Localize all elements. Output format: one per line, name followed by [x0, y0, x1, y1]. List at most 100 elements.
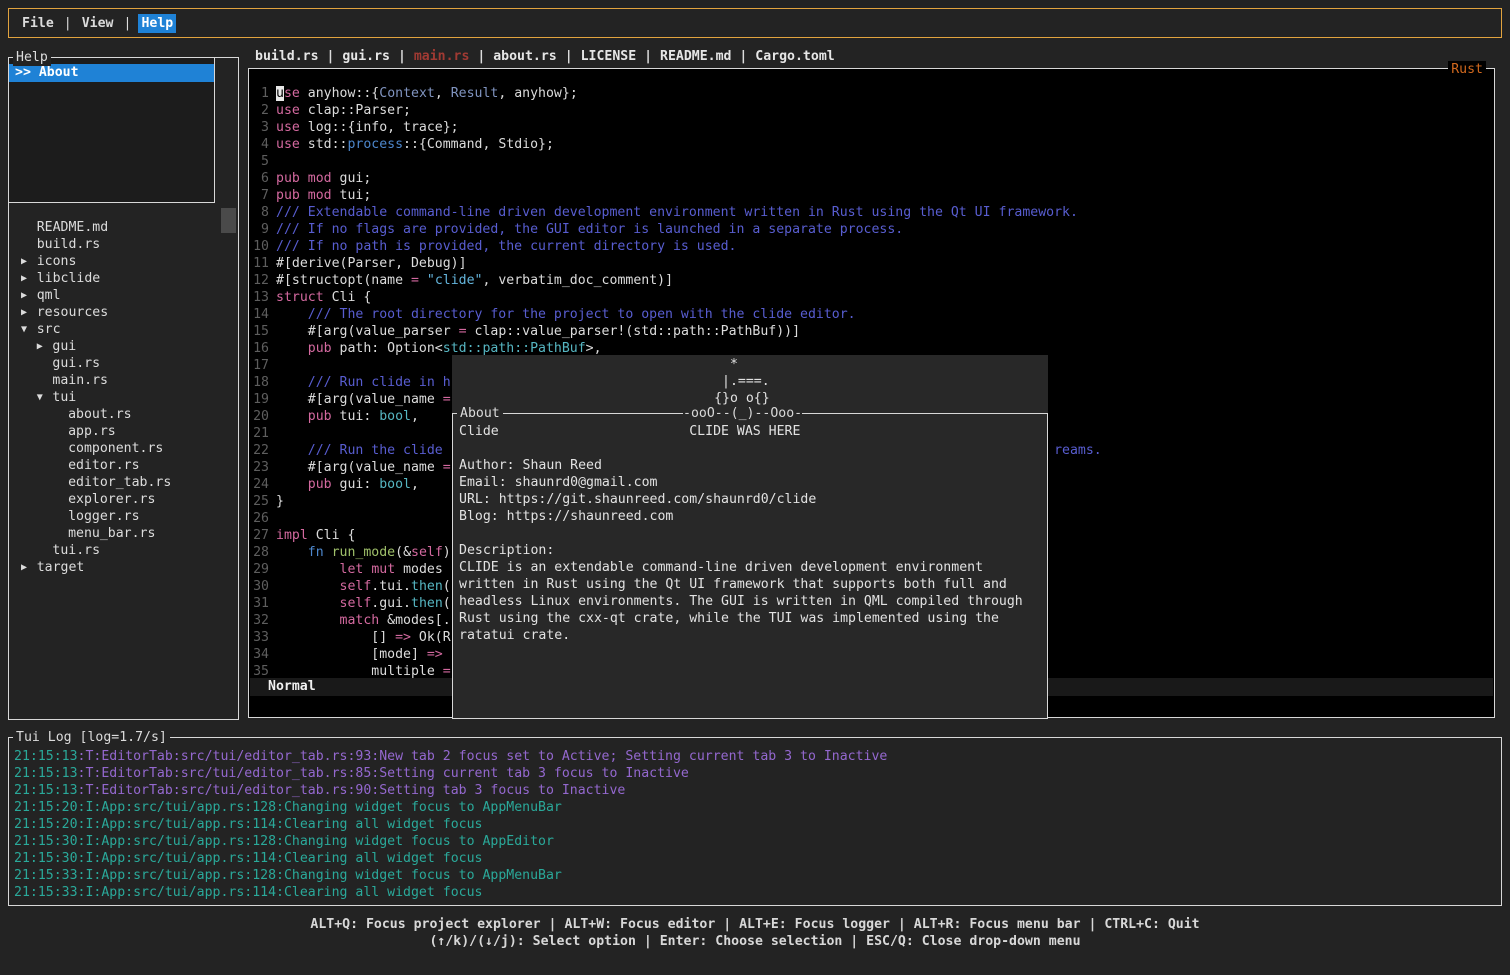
menu-item-view[interactable]: View: [79, 14, 117, 33]
code-line: 3use log::{info, trace};: [250, 119, 1493, 136]
code-token: #[structopt(name: [276, 273, 411, 288]
tab-separator: |: [319, 49, 343, 64]
tree-item-editor_tab.rs[interactable]: editor_tab.rs: [9, 474, 236, 491]
code-token: =: [443, 460, 451, 475]
tab-gui.rs[interactable]: gui.rs: [342, 49, 390, 64]
code-line: 7pub mod tui;: [250, 187, 1493, 204]
code-line-text: struct Cli {: [276, 290, 371, 305]
collapsed-arrow-icon: ▶: [21, 559, 37, 576]
code-token: ::{Command, Stdio};: [403, 137, 554, 152]
code-token: struct: [276, 290, 324, 305]
code-token: >,: [586, 341, 602, 356]
tree-item-README.md[interactable]: README.md: [9, 219, 236, 236]
code-token: /// The root directory for the project t…: [276, 307, 856, 322]
tree-item-menu_bar.rs[interactable]: menu_bar.rs: [9, 525, 236, 542]
tree-item-main.rs[interactable]: main.rs: [9, 372, 236, 389]
code-line-text: #[arg(value_name =: [276, 392, 451, 407]
code-token: pub: [276, 171, 300, 186]
tree-item-logger.rs[interactable]: logger.rs: [9, 508, 236, 525]
log-timestamp: 21:15:13: [14, 749, 78, 764]
code-token: [276, 477, 308, 492]
tree-item-label: menu_bar.rs: [68, 525, 155, 542]
line-number: 11: [250, 255, 269, 272]
tree-item-tui.rs[interactable]: tui.rs: [9, 542, 236, 559]
tab-README.md[interactable]: README.md: [660, 49, 731, 64]
tab-about.rs[interactable]: about.rs: [493, 49, 557, 64]
tree-item-about.rs[interactable]: about.rs: [9, 406, 236, 423]
tab-LICENSE[interactable]: LICENSE: [581, 49, 637, 64]
code-token: tui:: [332, 409, 380, 424]
tab-main.rs[interactable]: main.rs: [414, 49, 470, 64]
code-token: [276, 579, 340, 594]
code-token: #[arg(value_name: [276, 392, 443, 407]
tree-item-label: icons: [37, 253, 77, 270]
code-token: "clide": [427, 273, 483, 288]
line-number: 10: [250, 238, 269, 255]
menu-item-file[interactable]: File: [19, 14, 57, 33]
menu-item-help[interactable]: Help: [138, 14, 176, 33]
code-token: se: [284, 86, 300, 101]
tree-item-label: editor.rs: [68, 457, 139, 474]
tree-item-resources[interactable]: ▶resources: [9, 304, 236, 321]
code-token: use: [276, 103, 300, 118]
tree-item-build.rs[interactable]: build.rs: [9, 236, 236, 253]
tree-item-gui[interactable]: ▶gui: [9, 338, 236, 355]
code-token: then: [411, 596, 443, 611]
code-token: , verbatim_doc_comment)]: [482, 273, 673, 288]
log-message: :I:App:src/tui/app.rs:128:Changing widge…: [78, 834, 554, 849]
explorer-scrollbar-thumb[interactable]: [221, 208, 236, 233]
log-entry: 21:15:33:I:App:src/tui/app.rs:114:Cleari…: [14, 884, 1501, 901]
code-line: 1use anyhow::{Context, Result, anyhow};: [250, 85, 1493, 102]
code-token: [300, 188, 308, 203]
tree-item-label: README.md: [37, 219, 108, 236]
line-number: 6: [250, 170, 269, 187]
log-message: :T:EditorTab:src/tui/editor_tab.rs:93:Ne…: [78, 749, 888, 764]
code-token: clap::Parser;: [300, 103, 411, 118]
tree-item-libclide[interactable]: ▶libclide: [9, 270, 236, 287]
code-line-text: #[arg(value_name =: [276, 460, 451, 475]
tab-build.rs[interactable]: build.rs: [255, 49, 319, 64]
code-token: std::: [300, 137, 348, 152]
tree-indent: [52, 508, 68, 525]
tab-Cargo.toml[interactable]: Cargo.toml: [755, 49, 834, 64]
code-token: gui;: [332, 171, 372, 186]
tree-item-icons[interactable]: ▶icons: [9, 253, 236, 270]
code-token: self: [340, 596, 372, 611]
log-message: :I:App:src/tui/app.rs:114:Clearing all w…: [78, 885, 483, 900]
tree-item-editor.rs[interactable]: editor.rs: [9, 457, 236, 474]
tree-item-app.rs[interactable]: app.rs: [9, 423, 236, 440]
tree-item-label: tui: [52, 389, 76, 406]
code-line-text: fn run_mode(&self): [276, 545, 451, 560]
code-line-text: impl Cli {: [276, 528, 355, 543]
code-token: Cli {: [308, 528, 356, 543]
tree-item-explorer.rs[interactable]: explorer.rs: [9, 491, 236, 508]
code-token: #[arg(value_parser: [276, 324, 459, 339]
tree-item-src[interactable]: ▼src: [9, 321, 236, 338]
tree-item-component.rs[interactable]: component.rs: [9, 440, 236, 457]
tree-item-target[interactable]: ▶target: [9, 559, 236, 576]
line-number: 28: [250, 544, 269, 561]
tree-item-qml[interactable]: ▶qml: [9, 287, 236, 304]
tree-item-label: src: [37, 321, 61, 338]
code-token: let: [340, 562, 364, 577]
collapsed-arrow-icon: ▶: [21, 253, 37, 270]
help-dropdown-title: Help: [13, 49, 51, 66]
code-line-text: self.gui.then(: [276, 596, 451, 611]
code-line-text: multiple =: [276, 664, 451, 679]
tree-item-tui[interactable]: ▼tui: [9, 389, 236, 406]
tree-item-label: app.rs: [68, 423, 116, 440]
code-token: mod: [308, 171, 332, 186]
code-token: .gui.: [371, 596, 411, 611]
line-number: 14: [250, 306, 269, 323]
log-entry: 21:15:30:I:App:src/tui/app.rs:114:Cleari…: [14, 850, 1501, 867]
code-token: modes: [395, 562, 443, 577]
log-timestamp: 21:15:13: [14, 783, 78, 798]
code-line: 14 /// The root directory for the projec…: [250, 306, 1493, 323]
tree-item-gui.rs[interactable]: gui.rs: [9, 355, 236, 372]
line-number: 26: [250, 510, 269, 527]
menu-item-about[interactable]: >> About: [9, 64, 214, 82]
tree-indent: [37, 542, 53, 559]
log-timestamp: 21:15:20: [14, 817, 78, 832]
code-line-text: #[derive(Parser, Debug)]: [276, 256, 467, 271]
file-tree: README.md build.rs▶icons▶libclide▶qml▶re…: [9, 219, 236, 576]
